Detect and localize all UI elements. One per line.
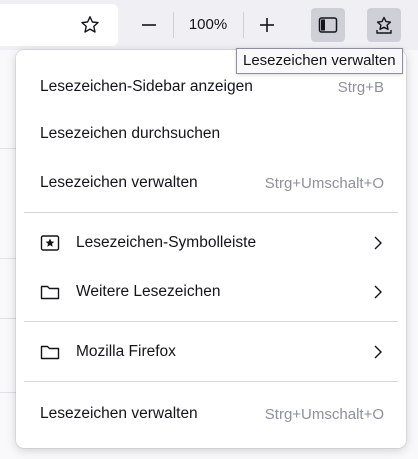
menu-separator (24, 321, 398, 322)
minus-icon (140, 16, 158, 34)
menu-item-shortcut: Strg+Umschalt+O (264, 405, 384, 423)
folder-icon (40, 282, 60, 302)
star-outline-icon (80, 15, 100, 35)
menu-item-shortcut: Strg+Umschalt+O (264, 174, 384, 192)
bookmarks-menu-panel: Lesezeichen-Sidebar anzeigen Strg+B Lese… (16, 50, 406, 448)
menu-separator (24, 212, 398, 213)
menu-item-label: Lesezeichen verwalten (40, 405, 198, 422)
menu-item-label: Mozilla Firefox (76, 343, 176, 360)
menu-item-search-bookmarks[interactable]: Lesezeichen durchsuchen (24, 112, 398, 156)
navigation-toolbar: 100% (0, 0, 418, 50)
menu-item-other-bookmarks[interactable]: Weitere Lesezeichen (24, 270, 398, 314)
menu-item-shortcut: Strg+B (337, 78, 384, 96)
bookmark-page-button[interactable] (73, 8, 107, 42)
bookmarks-button-tooltip: Lesezeichen verwalten (236, 48, 403, 74)
menu-item-label: Weitere Lesezeichen (76, 283, 221, 300)
menu-separator (24, 381, 398, 382)
bookmarks-star-tray-icon (374, 15, 394, 35)
zoom-in-button[interactable] (250, 8, 284, 42)
zoom-out-button[interactable] (132, 8, 166, 42)
zoom-reset-button[interactable]: 100% (178, 8, 238, 42)
menu-item-manage-bookmarks[interactable]: Lesezeichen verwalten Strg+Umschalt+O (24, 161, 398, 205)
chevron-right-icon (372, 283, 384, 306)
browser-window: 100% Lesezeichen verwalten Lesezeichen-S… (0, 0, 418, 459)
sidebar-icon (318, 16, 338, 34)
menu-item-label: Lesezeichen-Sidebar anzeigen (40, 78, 253, 95)
bookmarks-toolbar-icon (40, 233, 60, 253)
chevron-right-icon (372, 343, 384, 366)
folder-icon (40, 342, 60, 362)
menu-item-label: Lesezeichen-Symbolleiste (76, 234, 257, 251)
menu-item-label: Lesezeichen verwalten (40, 174, 198, 191)
menu-item-label: Lesezeichen durchsuchen (40, 125, 221, 142)
chevron-right-icon (372, 234, 384, 257)
zoom-separator-left (173, 12, 174, 38)
plus-icon (258, 16, 276, 34)
menu-item-folder-mozilla-firefox[interactable]: Mozilla Firefox (24, 330, 398, 374)
menu-item-bookmarks-toolbar[interactable]: Lesezeichen-Symbolleiste (24, 221, 398, 265)
zoom-separator-right (243, 12, 244, 38)
bookmarks-menu-button[interactable] (367, 8, 401, 42)
sidebar-button[interactable] (311, 8, 345, 42)
menu-item-manage-bookmarks-footer[interactable]: Lesezeichen verwalten Strg+Umschalt+O (24, 392, 398, 436)
